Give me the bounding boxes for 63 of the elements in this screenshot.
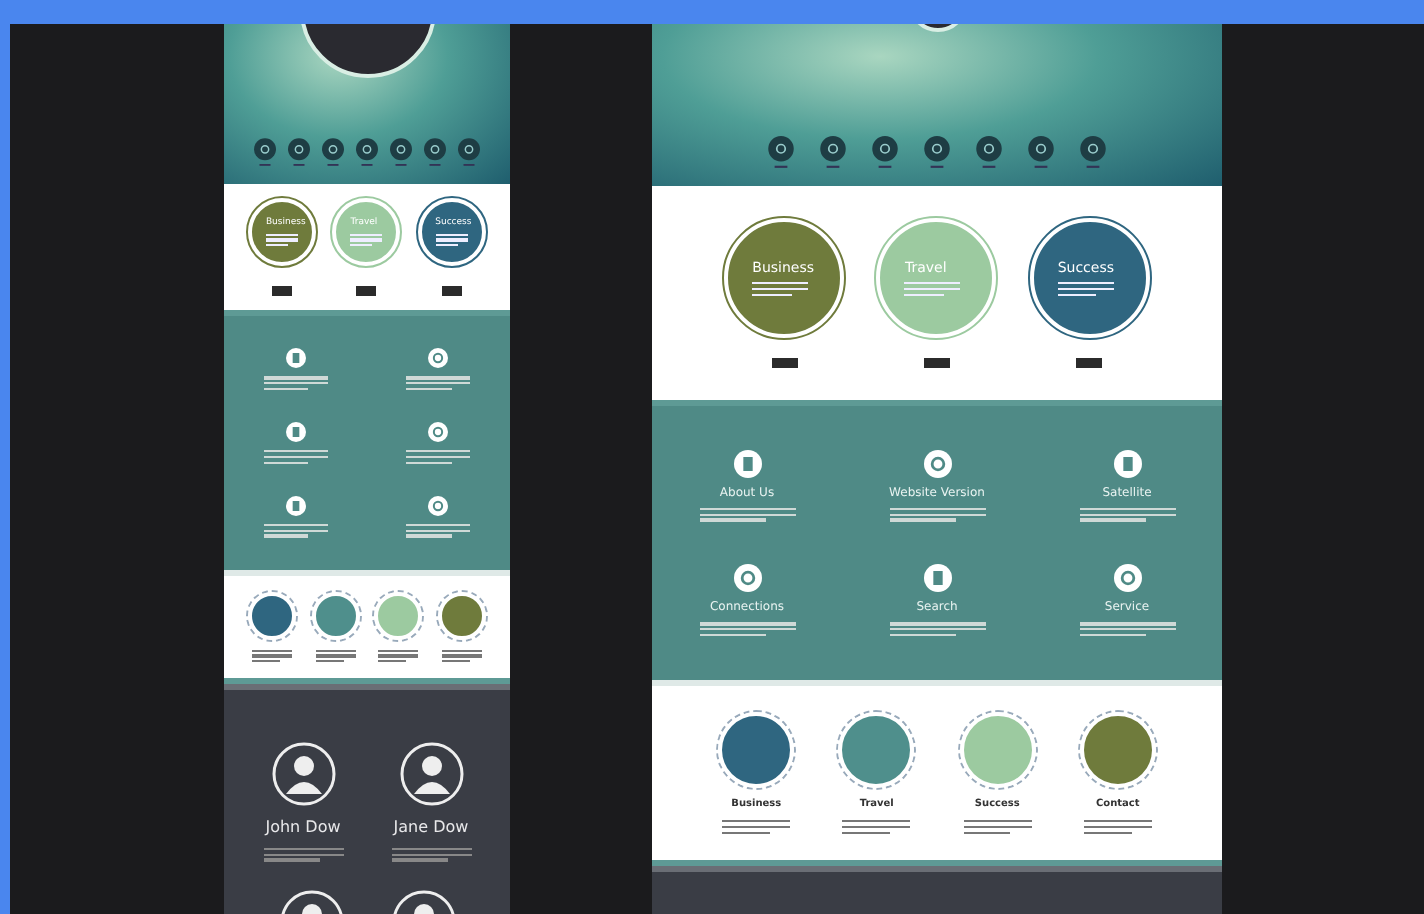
nav-icon[interactable] (924, 136, 950, 170)
nav-icon[interactable] (820, 136, 846, 170)
placeholder-text-lines (1057, 282, 1114, 296)
service-icon (1113, 449, 1141, 478)
nav-icon[interactable] (458, 138, 480, 168)
small-button[interactable] (771, 358, 798, 368)
placeholder-text-lines (722, 820, 791, 834)
placeholder-text-lines (699, 507, 795, 522)
service-icon (285, 496, 306, 517)
placeholder-text-lines (904, 282, 961, 296)
small-button[interactable] (923, 358, 950, 368)
service-icon (428, 348, 449, 369)
nav-icon[interactable] (390, 138, 412, 168)
small-button[interactable] (356, 286, 377, 296)
placeholder-text-lines (406, 524, 471, 538)
team-section: John Dow Jane Dow (224, 684, 510, 914)
placeholder-text-lines (752, 282, 809, 296)
service-icon (733, 564, 761, 593)
service-icon (285, 348, 306, 369)
service-icon (733, 449, 761, 478)
nav-icon[interactable] (322, 138, 344, 168)
placeholder-text-lines (1083, 820, 1152, 834)
placeholder-text-lines (842, 820, 911, 834)
placeholder-text-lines (699, 622, 795, 637)
nav-icon[interactable] (254, 138, 276, 168)
nav-icon[interactable] (288, 138, 310, 168)
placeholder-text-lines (263, 524, 328, 538)
service-icon (428, 496, 449, 517)
placeholder-text-lines (1079, 507, 1175, 522)
service-icon (923, 564, 951, 593)
placeholder-text-lines (378, 649, 419, 663)
placeholder-text-lines (406, 450, 471, 464)
nav-icon[interactable] (768, 136, 794, 170)
placeholder-text-lines (406, 376, 471, 390)
placeholder-text-lines (265, 233, 298, 247)
placeholder-text-lines (251, 649, 292, 663)
small-button[interactable] (272, 286, 293, 296)
placeholder-text-lines (1079, 622, 1175, 637)
small-button[interactable] (1076, 358, 1103, 368)
placeholder-text-lines (435, 233, 468, 247)
nav-icon[interactable] (1028, 136, 1054, 170)
nav-icon[interactable] (356, 138, 378, 168)
small-button[interactable] (441, 286, 462, 296)
nav-icon[interactable] (872, 136, 898, 170)
avatar-silhouette-icon (399, 742, 463, 806)
placeholder-text-lines (963, 820, 1032, 834)
service-icon (428, 422, 449, 443)
placeholder-text-lines (263, 450, 328, 464)
placeholder-text-lines (391, 848, 471, 862)
nav-icon[interactable] (1080, 136, 1106, 170)
service-icon (285, 422, 306, 443)
placeholder-text-lines (263, 848, 343, 862)
service-icon (1113, 564, 1141, 593)
placeholder-text-lines (350, 233, 383, 247)
nav-icon[interactable] (976, 136, 1002, 170)
placeholder-text-lines (889, 622, 985, 637)
nav-icon[interactable] (424, 138, 446, 168)
avatar-silhouette-icon (271, 742, 335, 806)
placeholder-text-lines (263, 376, 328, 390)
placeholder-text-lines (442, 649, 483, 663)
placeholder-text-lines (315, 649, 356, 663)
placeholder-text-lines (889, 507, 985, 522)
service-icon (923, 449, 951, 478)
